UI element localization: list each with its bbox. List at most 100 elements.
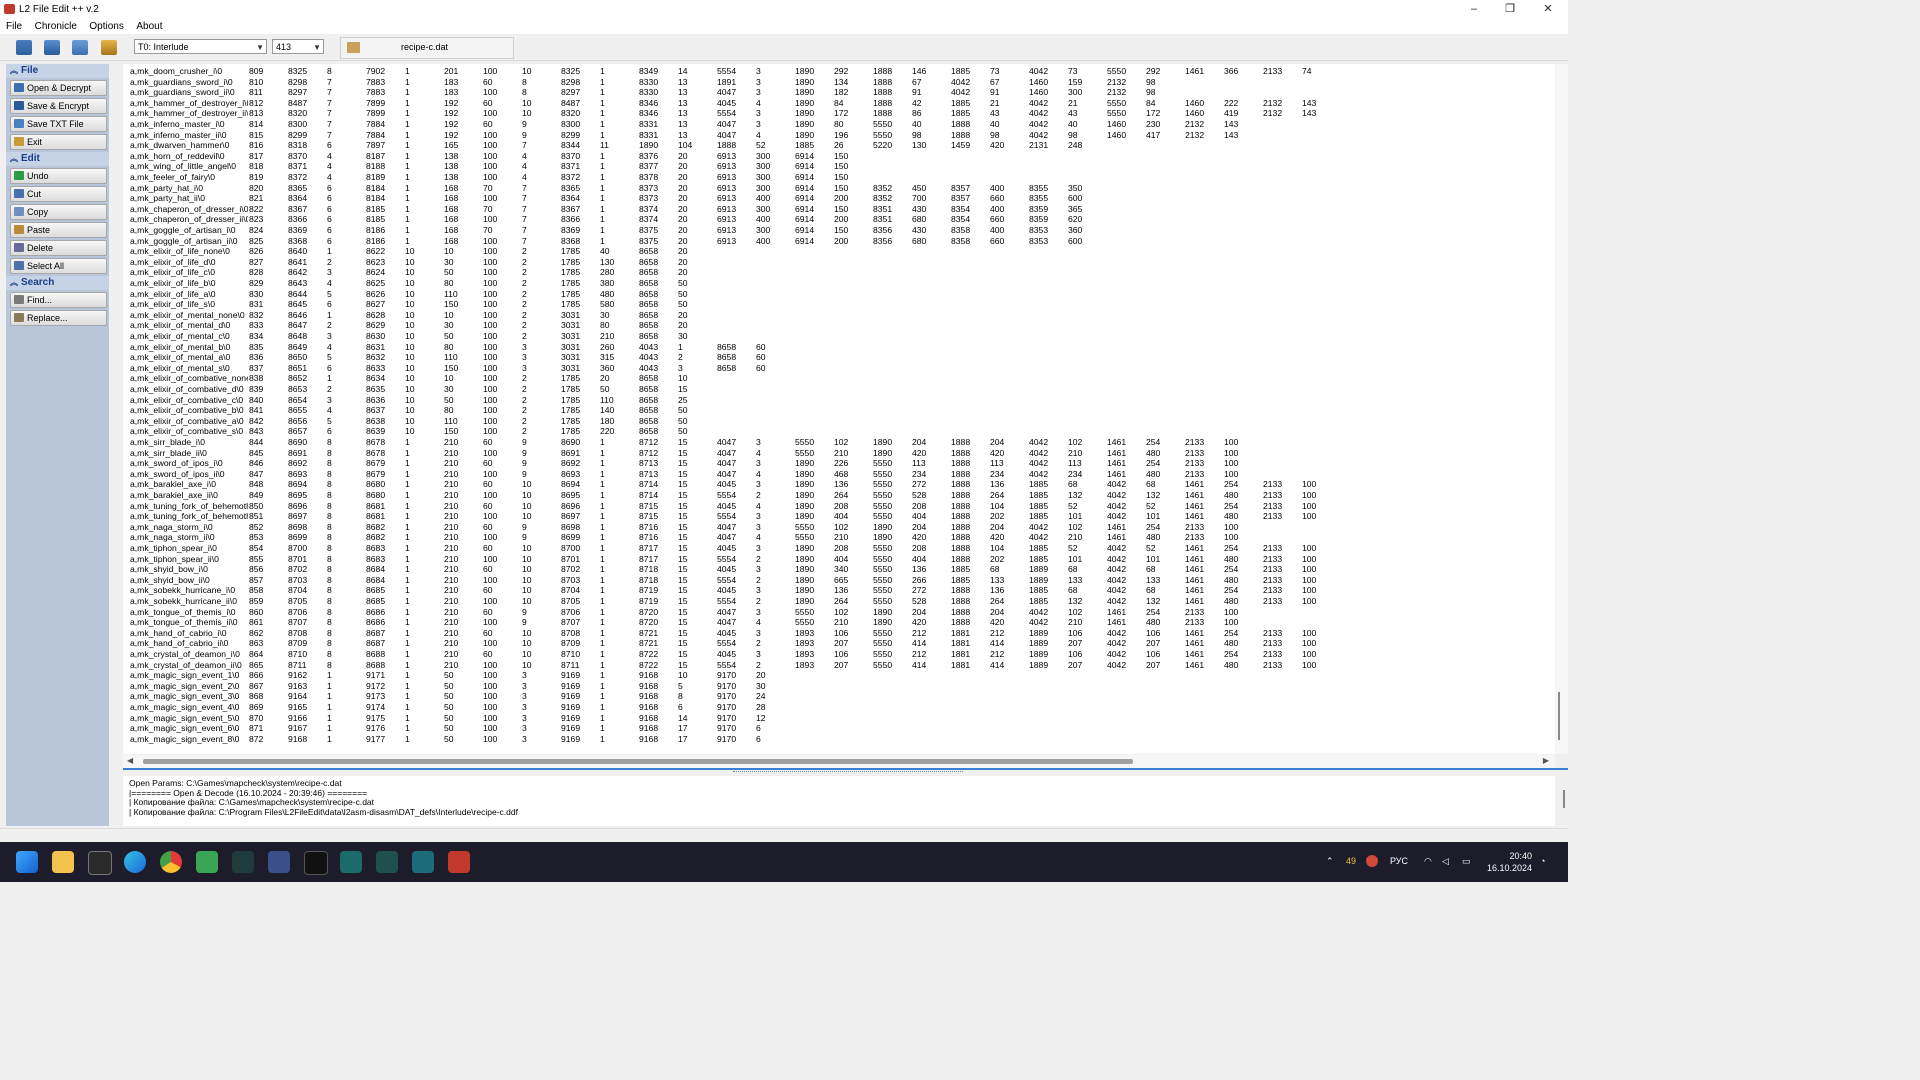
row-value-cell[interactable]: 4042 [1107, 501, 1126, 512]
row-value-cell[interactable]: 272 [912, 585, 926, 596]
row-value-cell[interactable]: 8299 [561, 130, 580, 141]
row-value-cell[interactable]: 13 [678, 87, 688, 98]
row-value-cell[interactable]: 5550 [795, 607, 814, 618]
row-value-cell[interactable]: 620 [1068, 214, 1082, 225]
row-value-cell[interactable]: 264 [834, 596, 848, 607]
row-value-cell[interactable]: 73 [990, 66, 1000, 77]
row-value-cell[interactable]: 814 [249, 119, 263, 130]
row-value-cell[interactable]: 8320 [288, 108, 307, 119]
row-value-cell[interactable]: 8682 [366, 522, 385, 533]
row-value-cell[interactable]: 2132 [1107, 77, 1126, 88]
row-value-cell[interactable]: 1461 [1185, 649, 1204, 660]
row-value-cell[interactable]: 404 [834, 554, 848, 565]
row-value-cell[interactable]: 5550 [795, 532, 814, 543]
row-value-cell[interactable]: 80 [444, 342, 454, 353]
row-value-cell[interactable]: 11 [600, 140, 609, 151]
row-value-cell[interactable]: 130 [600, 257, 614, 268]
row-value-cell[interactable]: 1 [600, 660, 605, 671]
row-value-cell[interactable]: 210 [444, 490, 458, 501]
row-value-cell[interactable]: 4045 [717, 649, 736, 660]
row-value-cell[interactable]: 8704 [288, 585, 307, 596]
row-value-cell[interactable]: 1461 [1185, 501, 1204, 512]
row-value-cell[interactable]: 8626 [366, 289, 385, 300]
row-value-cell[interactable]: 1 [405, 649, 410, 660]
row-value-cell[interactable]: 212 [990, 628, 1004, 639]
row-value-cell[interactable]: 5554 [717, 596, 736, 607]
row-value-cell[interactable]: 60 [483, 543, 493, 554]
row-value-cell[interactable]: 2 [522, 278, 527, 289]
row-value-cell[interactable]: 1889 [1029, 628, 1048, 639]
row-value-cell[interactable]: 207 [834, 660, 848, 671]
row-value-cell[interactable]: 8646 [288, 310, 307, 321]
row-name-cell[interactable]: a,mk_hand_of_cabrio_ii\0 [130, 638, 228, 649]
row-value-cell[interactable]: 100 [483, 660, 497, 671]
row-value-cell[interactable]: 2 [756, 554, 761, 565]
row-value-cell[interactable]: 100 [483, 670, 497, 681]
row-value-cell[interactable]: 10 [678, 373, 688, 384]
row-value-cell[interactable]: 10 [522, 564, 532, 575]
row-value-cell[interactable]: 264 [990, 596, 1004, 607]
row-value-cell[interactable]: 1888 [951, 437, 970, 448]
row-value-cell[interactable]: 1 [327, 670, 332, 681]
row-value-cell[interactable]: 7883 [366, 77, 385, 88]
row-value-cell[interactable]: 15 [678, 575, 688, 586]
row-value-cell[interactable]: 8658 [639, 384, 658, 395]
row-value-cell[interactable]: 50 [444, 670, 454, 681]
row-value-cell[interactable]: 9167 [288, 723, 307, 734]
row-value-cell[interactable]: 106 [834, 649, 848, 660]
row-value-cell[interactable]: 15 [678, 585, 688, 596]
row-value-cell[interactable]: 104 [678, 140, 692, 151]
row-value-cell[interactable]: 8681 [366, 511, 385, 522]
row-value-cell[interactable]: 4042 [1107, 638, 1126, 649]
row-value-cell[interactable]: 5550 [873, 543, 892, 554]
row-name-cell[interactable]: a,mk_elixir_of_life_d\0 [130, 257, 216, 268]
table-row[interactable]: a,mk_sirr_blade_i\0 844 8690 8 8678 1 210 60 9 86… [123, 437, 1555, 448]
row-value-cell[interactable]: 829 [249, 278, 263, 289]
row-value-cell[interactable]: 1 [405, 501, 410, 512]
row-value-cell[interactable]: 6913 [717, 236, 736, 247]
select-all-button[interactable]: Select All [10, 258, 107, 274]
row-value-cell[interactable]: 12 [756, 713, 766, 724]
row-value-cell[interactable]: 4042 [1029, 532, 1048, 543]
row-value-cell[interactable]: 8701 [288, 554, 307, 565]
row-value-cell[interactable]: 3 [756, 77, 761, 88]
row-value-cell[interactable]: 26 [834, 140, 844, 151]
row-value-cell[interactable]: 9169 [561, 691, 580, 702]
row-value-cell[interactable]: 8711 [288, 660, 306, 671]
row-value-cell[interactable]: 9168 [639, 681, 658, 692]
row-value-cell[interactable]: 8642 [288, 267, 307, 278]
row-value-cell[interactable]: 5554 [717, 554, 736, 565]
row-value-cell[interactable]: 4042 [951, 77, 970, 88]
row-value-cell[interactable]: 821 [249, 193, 263, 204]
row-value-cell[interactable]: 8658 [639, 405, 658, 416]
row-value-cell[interactable]: 3 [756, 564, 761, 575]
row-value-cell[interactable]: 168 [444, 214, 458, 225]
row-value-cell[interactable]: 660 [990, 193, 1004, 204]
row-value-cell[interactable]: 480 [1224, 596, 1238, 607]
row-value-cell[interactable]: 4 [327, 172, 332, 183]
row-value-cell[interactable]: 13 [678, 130, 688, 141]
row-value-cell[interactable]: 2 [522, 426, 527, 437]
row-value-cell[interactable]: 6914 [795, 172, 814, 183]
row-value-cell[interactable]: 1889 [1029, 638, 1048, 649]
row-value-cell[interactable]: 8353 [1029, 225, 1048, 236]
row-value-cell[interactable]: 8 [327, 628, 332, 639]
file-explorer-icon[interactable] [52, 851, 74, 873]
table-row[interactable]: a,mk_barakiel_axe_i\0 848 8694 8 8680 1 210 60 1… [123, 479, 1555, 490]
row-value-cell[interactable]: 1461 [1107, 437, 1126, 448]
row-value-cell[interactable]: 841 [249, 405, 263, 416]
row-value-cell[interactable]: 864 [249, 649, 263, 660]
row-value-cell[interactable]: 8714 [639, 479, 658, 490]
row-value-cell[interactable]: 1 [405, 670, 410, 681]
row-value-cell[interactable]: 1890 [795, 575, 814, 586]
row-value-cell[interactable]: 1 [600, 564, 605, 575]
row-value-cell[interactable]: 5550 [873, 649, 892, 660]
row-value-cell[interactable]: 8683 [366, 554, 385, 565]
row-value-cell[interactable]: 8653 [288, 384, 307, 395]
row-value-cell[interactable]: 1 [600, 161, 605, 172]
row-value-cell[interactable]: 1 [600, 575, 605, 586]
row-value-cell[interactable]: 15 [678, 384, 688, 395]
row-value-cell[interactable]: 10 [405, 267, 415, 278]
row-value-cell[interactable]: 292 [834, 66, 848, 77]
row-value-cell[interactable]: 300 [756, 161, 770, 172]
